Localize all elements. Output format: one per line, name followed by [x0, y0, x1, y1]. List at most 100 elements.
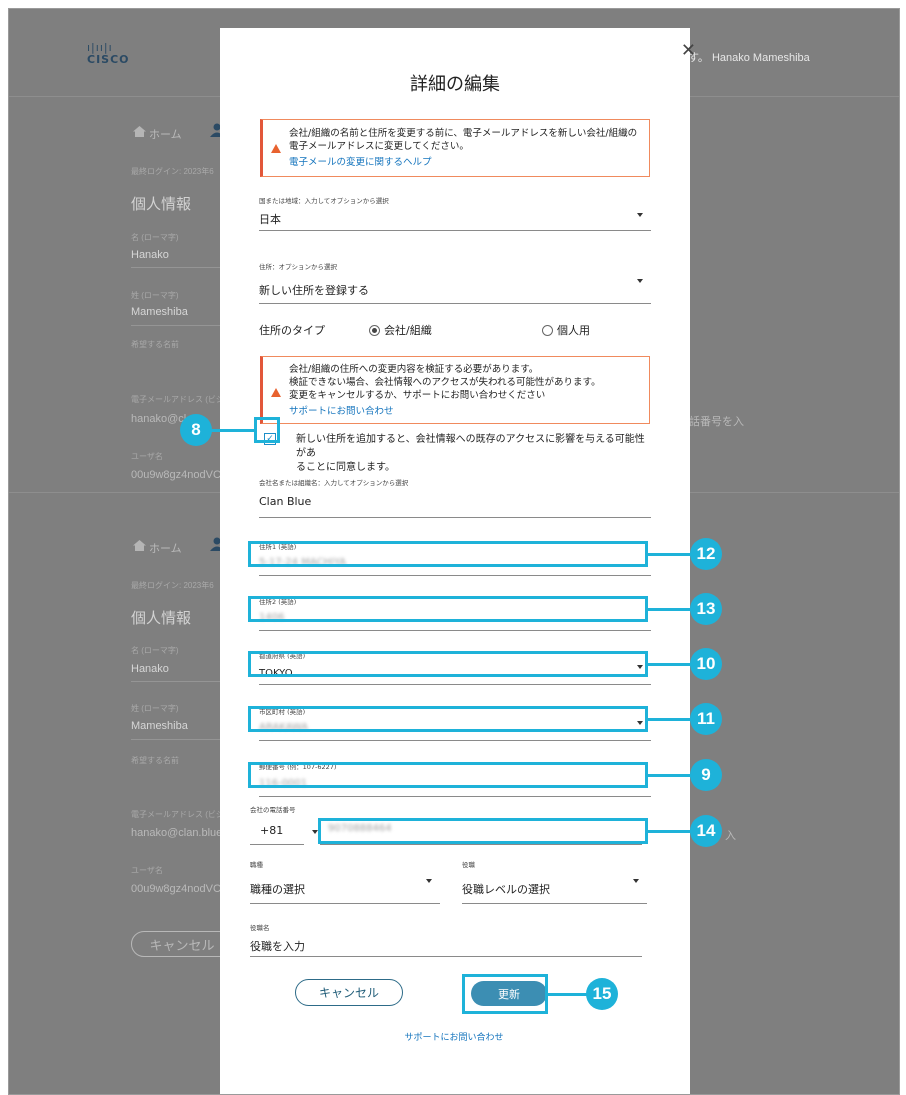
first-name-value: Hanako — [131, 663, 169, 675]
callout-13: 13 — [690, 593, 722, 625]
radio-personal[interactable]: 個人用 — [542, 322, 590, 338]
checkbox-highlight — [254, 417, 280, 443]
job-type-value: 職種の選択 — [250, 883, 305, 896]
city-highlight — [248, 706, 648, 732]
update-highlight — [462, 974, 548, 1014]
email-label: 電子メールアドレス (ビジ — [131, 395, 224, 404]
callout-8: 8 — [180, 414, 212, 446]
last-name-label: 姓 (ローマ字) — [131, 291, 179, 300]
chevron-down-icon — [637, 213, 643, 217]
callout-line — [648, 830, 692, 833]
chevron-down-icon — [637, 279, 643, 283]
preferred-name-label: 希望する名前 — [131, 756, 179, 765]
country-label: 国または地域：入力してオプションから選択 — [259, 197, 389, 205]
callout-10: 10 — [690, 648, 722, 680]
first-name-label: 名 (ローマ字) — [131, 646, 179, 655]
email-label: 電子メールアドレス (ビジ — [131, 810, 224, 819]
chevron-down-icon — [426, 879, 432, 883]
email-change-alert: 会社/組織の名前と住所を変更する前に、電子メールアドレスを新しい会社/組織の 電… — [260, 119, 650, 177]
radio-company-label: 会社/組織 — [384, 324, 432, 337]
address-value: 新しい住所を登録する — [259, 284, 369, 297]
preferred-name-label: 希望する名前 — [131, 340, 179, 349]
job-level-value: 役職レベルの選択 — [462, 883, 550, 896]
prefecture-highlight — [248, 651, 648, 677]
cisco-logo: ı|ıı|ı CISCO — [87, 41, 130, 66]
consent-text: 新しい住所を追加すると、会社情報への既存のアクセスに影響を与える可能性があ るこ… — [296, 433, 651, 475]
address-type-label: 住所のタイプ — [259, 324, 325, 337]
user-greeting: ます。 Hanako Mameshiba — [677, 52, 810, 64]
alert-text-3: 変更をキャンセルするか、サポートにお問い合わせください — [289, 390, 546, 401]
alert-text-1: 会社/組織の住所への変更内容を検証する必要があります。 — [289, 364, 539, 375]
consent-text-line2: ることに同意します。 — [296, 462, 395, 473]
userid-label: ユーザ名 — [131, 866, 163, 875]
callout-line — [548, 993, 588, 996]
phone-label: 会社の電話番号 — [250, 806, 296, 814]
cancel-button[interactable]: キャンセル — [295, 979, 403, 1006]
radio-personal-label: 個人用 — [557, 324, 590, 337]
email-change-help-link[interactable]: 電子メールの変更に関するヘルプ — [289, 154, 432, 168]
address-select[interactable]: 住所：オプションから選択 新しい住所を登録する — [259, 253, 651, 305]
radio-unselected-icon — [542, 324, 553, 336]
job-type-select[interactable]: 職種 職種の選択 — [250, 857, 440, 905]
warning-icon — [271, 144, 281, 153]
address1-highlight — [248, 541, 648, 567]
callout-12: 12 — [690, 538, 722, 570]
first-name-label: 名 (ローマ字) — [131, 233, 179, 242]
support-link[interactable]: サポートにお問い合わせ — [289, 403, 394, 417]
close-icon[interactable]: ✕ — [681, 40, 696, 61]
support-link[interactable]: サポートにお問い合わせ — [219, 1030, 689, 1043]
section-heading: 個人情報 — [131, 196, 192, 213]
consent-text-line1: 新しい住所を追加すると、会社情報への既存のアクセスに影響を与える可能性があ — [296, 434, 645, 459]
first-name-value: Hanako — [131, 249, 169, 261]
alert-text-1: 会社/組織の名前と住所を変更する前に、電子メールアドレスを新しい会社/組織の — [289, 128, 638, 139]
warning-icon — [271, 388, 281, 397]
company-value: Clan Blue — [259, 495, 312, 508]
callout-9: 9 — [690, 759, 722, 791]
company-label: 会社名または組織名：入力してオプションから選択 — [259, 479, 409, 487]
callout-line — [648, 608, 692, 611]
country-code-select[interactable]: +81 — [260, 824, 283, 837]
email-value: hanako@cl — [131, 413, 187, 425]
callout-14: 14 — [690, 815, 722, 847]
phone-hint: 入 — [725, 830, 736, 842]
country-select[interactable]: 国または地域：入力してオプションから選択 日本 — [259, 193, 651, 235]
company-input[interactable]: 会社名または組織名：入力してオプションから選択 Clan Blue — [259, 475, 651, 523]
breadcrumb-home: ホーム — [149, 543, 182, 555]
address-label: 住所：オプションから選択 — [259, 263, 337, 271]
callout-line — [648, 553, 692, 556]
job-title-placeholder: 役職を入力 — [250, 940, 305, 953]
last-name-label: 姓 (ローマ字) — [131, 704, 179, 713]
userid-label: ユーザ名 — [131, 452, 163, 461]
callout-11: 11 — [690, 703, 722, 735]
callout-line — [648, 774, 692, 777]
breadcrumb-home: ホーム — [149, 129, 182, 141]
home-icon — [133, 126, 146, 137]
country-value: 日本 — [259, 213, 281, 226]
alert-text-2: 電子メールアドレスに変更してください。 — [289, 141, 469, 152]
callout-line — [648, 663, 692, 666]
last-login: 最終ログイン: 2023年6 — [131, 581, 214, 590]
phone-highlight — [318, 818, 648, 844]
verification-alert: 会社/組織の住所への変更内容を検証する必要があります。 検証できない場合、会社情… — [260, 356, 650, 424]
address2-highlight — [248, 596, 648, 622]
userid-value: 00u9w8gz4nodVCN — [131, 883, 229, 895]
job-level-label: 役職 — [462, 861, 475, 869]
job-type-label: 職種 — [250, 861, 263, 869]
background-cancel-button: キャンセル — [131, 931, 233, 957]
job-title-input[interactable]: 役職名 役職を入力 — [250, 920, 642, 960]
radio-selected-icon — [369, 324, 380, 336]
userid-value: 00u9w8gz4nodVCN — [131, 469, 229, 481]
job-level-select[interactable]: 役職 役職レベルの選択 — [462, 857, 647, 905]
job-title-label: 役職名 — [250, 924, 270, 932]
callout-line — [648, 718, 692, 721]
last-name-value: Mameshiba — [131, 306, 188, 318]
radio-company[interactable]: 会社/組織 — [369, 322, 432, 338]
chevron-down-icon — [633, 879, 639, 883]
postal-highlight — [248, 762, 648, 788]
callout-15: 15 — [586, 978, 618, 1010]
last-login: 最終ログイン: 2023年6 — [131, 167, 214, 176]
phone-hint: 話番号を入 — [689, 416, 744, 428]
last-name-value: Mameshiba — [131, 720, 188, 732]
email-value: hanako@clan.blue — [131, 827, 223, 839]
section-heading: 個人情報 — [131, 610, 192, 627]
